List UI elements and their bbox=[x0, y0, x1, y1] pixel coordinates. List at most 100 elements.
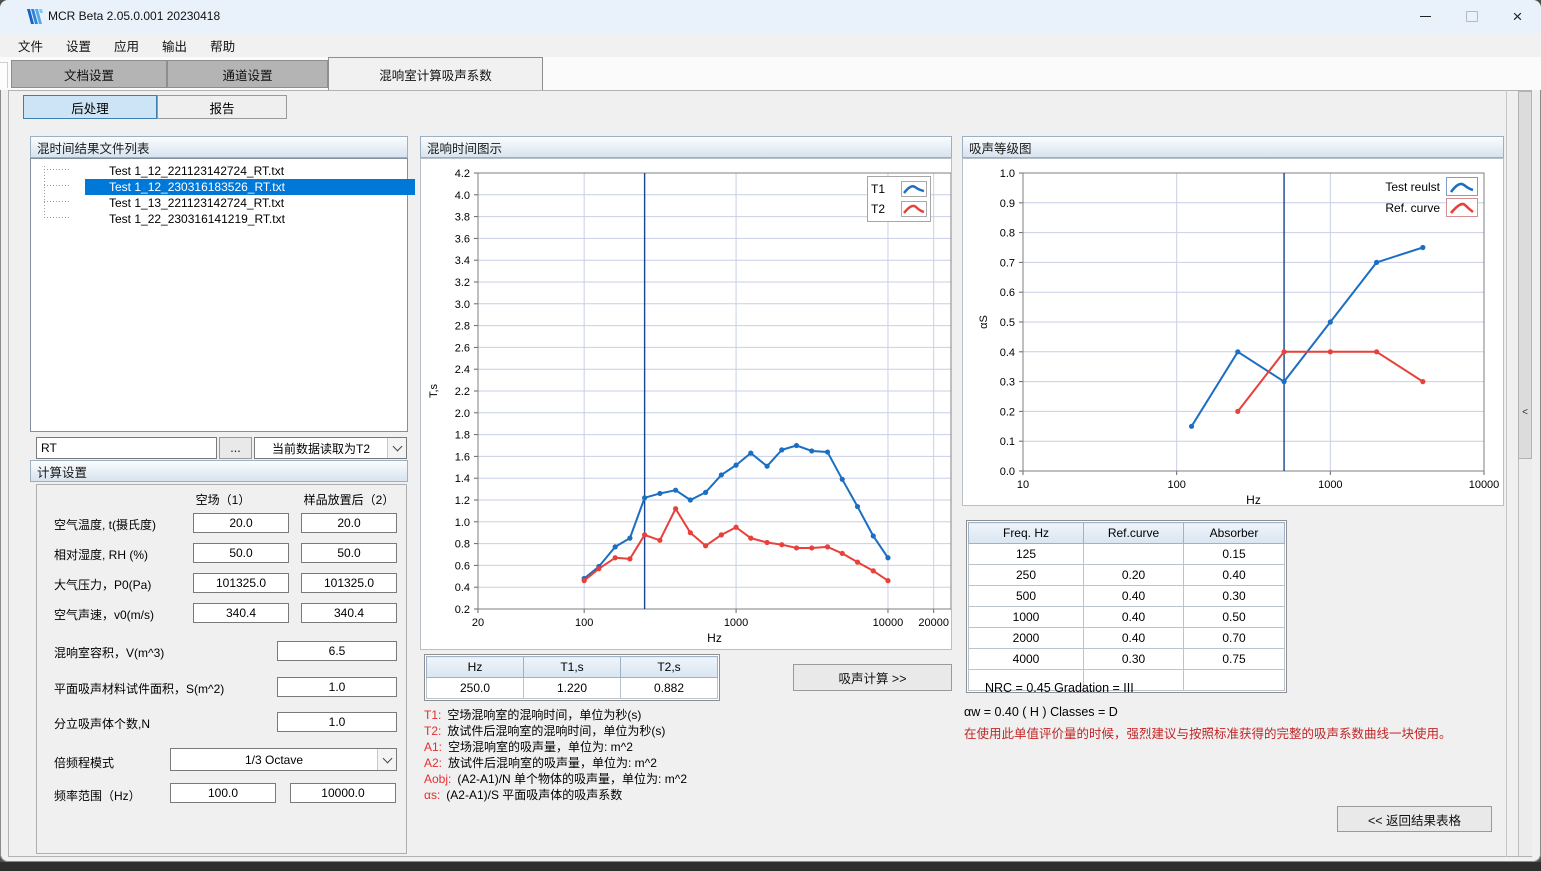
svg-text:3.8: 3.8 bbox=[455, 212, 470, 224]
sound-speed-field-1[interactable] bbox=[193, 603, 289, 623]
maximize-button[interactable] bbox=[1449, 0, 1494, 32]
room-volume-field[interactable] bbox=[277, 641, 397, 661]
svg-text:0.2: 0.2 bbox=[1000, 406, 1015, 418]
tab-document-settings[interactable]: 文档设置 bbox=[11, 60, 167, 88]
file-item[interactable]: Test 1_13_221123142724_RT.txt bbox=[85, 195, 415, 211]
grade-row: 5000.400.30 bbox=[969, 586, 1285, 607]
svg-text:20000: 20000 bbox=[918, 617, 949, 629]
tree-line bbox=[44, 169, 70, 170]
absorption-calc-button[interactable]: 吸声计算 >> bbox=[793, 664, 952, 691]
svg-text:4.2: 4.2 bbox=[455, 168, 470, 180]
note-as: αs:(A2-A1)/S 平面吸声体的吸声系数 bbox=[424, 786, 622, 803]
note-a1: A1:空场混响室的吸声量，单位为: m^2 bbox=[424, 738, 633, 755]
octave-mode-value: 1/3 Octave bbox=[171, 753, 377, 767]
svg-text:2.6: 2.6 bbox=[455, 342, 470, 354]
svg-text:1.4: 1.4 bbox=[455, 473, 470, 485]
rt-name-input[interactable] bbox=[36, 437, 217, 459]
menu-settings[interactable]: 设置 bbox=[58, 33, 99, 58]
close-button[interactable]: × bbox=[1495, 0, 1540, 32]
tab-channel-settings[interactable]: 通道设置 bbox=[167, 60, 328, 88]
svg-text:1.2: 1.2 bbox=[455, 495, 470, 507]
taskbar-sliver bbox=[0, 862, 1541, 871]
pressure-label: 大气压力，P0(Pa) bbox=[54, 576, 151, 593]
tree-line bbox=[44, 185, 70, 186]
rt-chart-header: 混响时间图示 bbox=[420, 136, 952, 158]
room-volume-label: 混响室容积，V(m^3) bbox=[54, 644, 164, 661]
svg-text:1000: 1000 bbox=[1318, 479, 1342, 491]
sample-area-label: 平面吸声材料试件面积，S(m^2) bbox=[54, 680, 224, 697]
minimize-icon bbox=[1420, 16, 1431, 17]
sound-speed-label: 空气声速，v0(m/s) bbox=[54, 606, 154, 623]
chevron-down-icon[interactable] bbox=[387, 438, 406, 458]
svg-text:20: 20 bbox=[472, 617, 484, 629]
minimize-button[interactable] bbox=[1403, 0, 1448, 32]
t1-curve-icon bbox=[901, 181, 927, 197]
cursor-table: Hz T1,s T2,s 250.0 1.220 0.882 bbox=[424, 654, 720, 701]
subtab-report[interactable]: 报告 bbox=[157, 95, 287, 119]
test-result-curve-icon bbox=[1446, 177, 1478, 196]
svg-text:0.6: 0.6 bbox=[1000, 287, 1015, 299]
menu-output[interactable]: 输出 bbox=[154, 33, 195, 58]
subtab-postprocess[interactable]: 后处理 bbox=[23, 95, 157, 119]
legend-label-t2: T2 bbox=[871, 202, 885, 216]
svg-text:3.6: 3.6 bbox=[455, 233, 470, 245]
cursor-col-hz: Hz bbox=[427, 657, 524, 678]
calc-panel-header: 计算设置 bbox=[30, 460, 408, 482]
temp-field-2[interactable] bbox=[301, 513, 397, 533]
data-read-combo-value: 当前数据读取为T2 bbox=[255, 440, 387, 457]
data-read-combo[interactable]: 当前数据读取为T2 bbox=[254, 437, 407, 459]
svg-text:10000: 10000 bbox=[1469, 479, 1500, 491]
tree-line bbox=[44, 201, 70, 202]
tab-reverb-absorption[interactable]: 混响室计算吸声系数 bbox=[328, 57, 543, 90]
back-to-results-button[interactable]: << 返回结果表格 bbox=[1337, 806, 1492, 832]
svg-text:100: 100 bbox=[575, 617, 593, 629]
pressure-field-2[interactable] bbox=[301, 573, 397, 593]
svg-text:2.2: 2.2 bbox=[455, 386, 470, 398]
freq-max-field[interactable] bbox=[290, 783, 396, 803]
file-list[interactable]: Test 1_12_221123142724_RT.txt Test 1_12_… bbox=[30, 158, 408, 432]
freq-range-label: 频率范围（Hz） bbox=[54, 787, 141, 804]
file-item-selected[interactable]: Test 1_12_230316183526_RT.txt bbox=[85, 179, 415, 195]
alpha-w-result: αw = 0.40 ( H ) Classes = D bbox=[964, 705, 1118, 719]
menu-help[interactable]: 帮助 bbox=[202, 33, 243, 58]
files-panel-header: 混时间结果文件列表 bbox=[30, 136, 408, 158]
rt-chart-legend: T1 T2 bbox=[867, 176, 931, 222]
collapse-panel-button[interactable]: < bbox=[1519, 404, 1531, 420]
file-item[interactable]: Test 1_12_221123142724_RT.txt bbox=[85, 163, 415, 179]
sound-speed-field-2[interactable] bbox=[301, 603, 397, 623]
cursor-t1-value: 1.220 bbox=[524, 678, 621, 699]
advisory-text: 在使用此单值评价量的时候，强烈建议与按照标准获得的完整的吸声系数曲线一块使用。 bbox=[964, 723, 1452, 742]
legend-label-test-result: Test reulst bbox=[1362, 180, 1440, 194]
freq-min-field[interactable] bbox=[170, 783, 276, 803]
file-item[interactable]: Test 1_22_230316141219_RT.txt bbox=[85, 211, 415, 227]
maximize-icon bbox=[1466, 11, 1478, 22]
svg-text:0.1: 0.1 bbox=[1000, 436, 1015, 448]
temp-field-1[interactable] bbox=[193, 513, 289, 533]
grade-row: 40000.300.75 bbox=[969, 649, 1285, 670]
humidity-field-1[interactable] bbox=[193, 543, 289, 563]
rt-chart[interactable]: 0.20.40.60.81.01.21.41.61.82.02.22.42.62… bbox=[421, 159, 951, 649]
grade-row: 10000.400.50 bbox=[969, 607, 1285, 628]
grade-row: 1250.15 bbox=[969, 544, 1285, 565]
nrc-result: NRC = 0.45 Gradation = III bbox=[985, 681, 1134, 695]
absorber-count-field[interactable] bbox=[277, 712, 397, 732]
svg-text:0.8: 0.8 bbox=[455, 539, 470, 551]
absorber-count-label: 分立吸声体个数,N bbox=[54, 715, 150, 732]
svg-text:0.9: 0.9 bbox=[1000, 198, 1015, 210]
pressure-field-1[interactable] bbox=[193, 573, 289, 593]
chevron-down-icon[interactable] bbox=[377, 749, 396, 770]
rt-chart-box: 0.20.40.60.81.01.21.41.61.82.02.22.42.62… bbox=[420, 158, 952, 650]
svg-text:0.8: 0.8 bbox=[1000, 228, 1015, 240]
svg-text:T,s: T,s bbox=[428, 383, 440, 398]
svg-text:Hz: Hz bbox=[707, 631, 722, 645]
svg-text:0.4: 0.4 bbox=[455, 582, 470, 594]
menu-apply[interactable]: 应用 bbox=[106, 33, 147, 58]
octave-mode-combo[interactable]: 1/3 Octave bbox=[170, 748, 397, 771]
menu-file[interactable]: 文件 bbox=[10, 33, 51, 58]
humidity-field-2[interactable] bbox=[301, 543, 397, 563]
app-icon bbox=[26, 8, 44, 30]
tree-line bbox=[44, 166, 45, 218]
cursor-table-row: 250.0 1.220 0.882 bbox=[427, 678, 718, 699]
browse-button[interactable]: ... bbox=[219, 437, 252, 459]
sample-area-field[interactable] bbox=[277, 677, 397, 697]
